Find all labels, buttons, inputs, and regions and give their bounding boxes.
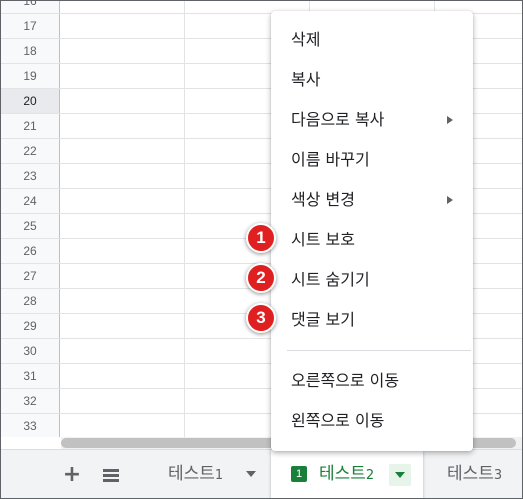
row-header[interactable]: 24 — [1, 189, 60, 213]
menu-item-move-left[interactable]: 왼쪽으로 이동 — [271, 404, 473, 438]
row-header[interactable]: 18 — [1, 39, 60, 63]
submenu-arrow-icon — [447, 116, 453, 124]
row-header[interactable]: 16 — [1, 1, 60, 13]
row-header[interactable]: 20 — [1, 89, 60, 113]
add-sheet-button[interactable]: + — [57, 460, 87, 490]
row-header[interactable]: 28 — [1, 289, 60, 313]
menu-item-protect-sheet[interactable]: 시트 보호 — [271, 223, 473, 257]
row-header[interactable]: 22 — [1, 139, 60, 163]
menu-divider — [287, 350, 471, 351]
row-header[interactable]: 25 — [1, 214, 60, 238]
menu-item-label: 다음으로 복사 — [291, 110, 385, 129]
row-header[interactable]: 23 — [1, 164, 60, 188]
row-header[interactable]: 30 — [1, 339, 60, 363]
menu-item-view-comments[interactable]: 댓글 보기 — [271, 303, 473, 337]
menu-item-copy[interactable]: 복사 — [271, 63, 473, 97]
chevron-down-icon[interactable] — [246, 471, 256, 477]
menu-item-change-color[interactable]: 색상 변경 — [271, 183, 473, 217]
menu-item-hide-sheet[interactable]: 시트 숨기기 — [271, 263, 473, 297]
menu-item-rename[interactable]: 이름 바꾸기 — [271, 143, 473, 177]
sheet-tab-number: 1 — [214, 468, 224, 483]
row-header[interactable]: 33 — [1, 414, 60, 437]
protected-sheet-icon: 1 — [291, 466, 307, 482]
spreadsheet-window: 16 17 18 19 20 21 22 23 24 25 26 27 28 2… — [0, 0, 523, 499]
sheet-tab-name: 테스트 — [447, 464, 494, 484]
sheet-tab-2-active[interactable]: 1 테스트2 — [271, 450, 423, 498]
sheet-tab-1[interactable]: 테스트1 — [150, 450, 270, 498]
chevron-down-icon — [395, 472, 405, 478]
sheet-bar: + 테스트1 1 테스트2 테스트3 — [1, 449, 522, 498]
annotation-badge-3: 3 — [246, 303, 276, 333]
sheet-tab-name: 테스트 — [168, 464, 215, 484]
sheet-menu-dropdown-button[interactable] — [389, 464, 411, 486]
sheet-tab-3[interactable]: 테스트3 — [425, 450, 522, 498]
sheet-tab-number: 3 — [493, 468, 503, 483]
row-header[interactable]: 31 — [1, 364, 60, 388]
menu-item-move-right[interactable]: 오른쪽으로 이동 — [271, 364, 473, 398]
all-sheets-button[interactable] — [96, 460, 126, 490]
submenu-arrow-icon — [447, 196, 453, 204]
row-header[interactable]: 26 — [1, 239, 60, 263]
row-header[interactable]: 19 — [1, 64, 60, 88]
annotation-badge-2: 2 — [246, 263, 276, 293]
sheet-tab-name: 테스트 — [319, 464, 366, 484]
menu-item-delete[interactable]: 삭제 — [271, 23, 473, 57]
row-header[interactable]: 32 — [1, 389, 60, 413]
menu-item-label: 색상 변경 — [291, 190, 355, 209]
row-header[interactable]: 17 — [1, 14, 60, 38]
row-header[interactable]: 21 — [1, 114, 60, 138]
sheet-tab-number: 2 — [365, 468, 375, 483]
sheet-context-menu: 삭제 복사 다음으로 복사 이름 바꾸기 색상 변경 시트 보호 시트 숨기기 … — [271, 11, 473, 451]
row-header[interactable]: 29 — [1, 314, 60, 338]
menu-item-copy-to[interactable]: 다음으로 복사 — [271, 103, 473, 137]
row-header[interactable]: 27 — [1, 264, 60, 288]
annotation-badge-1: 1 — [246, 223, 276, 253]
